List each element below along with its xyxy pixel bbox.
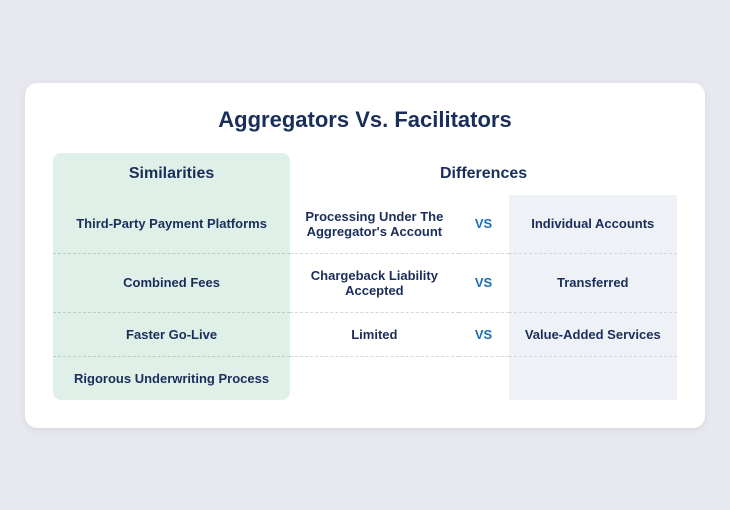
- vs-cell: VS: [459, 313, 509, 357]
- facilitator-cell: Individual Accounts: [509, 195, 678, 254]
- similarity-cell: Combined Fees: [53, 254, 290, 313]
- facilitator-cell: [509, 357, 678, 400]
- similarity-cell: Third-Party Payment Platforms: [53, 195, 290, 254]
- header-similarities: Similarities: [53, 153, 290, 195]
- vs-cell: VS: [459, 195, 509, 254]
- facilitator-cell: Value-Added Services: [509, 313, 678, 357]
- page-title: Aggregators Vs. Facilitators: [53, 107, 677, 133]
- table-row: Third-Party Payment PlatformsProcessing …: [53, 195, 677, 254]
- comparison-table: Similarities Differences Third-Party Pay…: [53, 153, 677, 400]
- similarity-cell: Rigorous Underwriting Process: [53, 357, 290, 400]
- table-row: Faster Go-LiveLimitedVSValue-Added Servi…: [53, 313, 677, 357]
- vs-cell: VS: [459, 254, 509, 313]
- table-header-row: Similarities Differences: [53, 153, 677, 195]
- header-differences: Differences: [290, 153, 677, 195]
- aggregator-cell: [290, 357, 458, 400]
- aggregator-cell: Processing Under The Aggregator's Accoun…: [290, 195, 458, 254]
- similarity-cell: Faster Go-Live: [53, 313, 290, 357]
- table-row: Rigorous Underwriting Process: [53, 357, 677, 400]
- table-row: Combined FeesChargeback Liability Accept…: [53, 254, 677, 313]
- facilitator-cell: Transferred: [509, 254, 678, 313]
- aggregator-cell: Chargeback Liability Accepted: [290, 254, 458, 313]
- vs-cell: [459, 357, 509, 400]
- main-card: Aggregators Vs. Facilitators Similaritie…: [25, 83, 705, 428]
- aggregator-cell: Limited: [290, 313, 458, 357]
